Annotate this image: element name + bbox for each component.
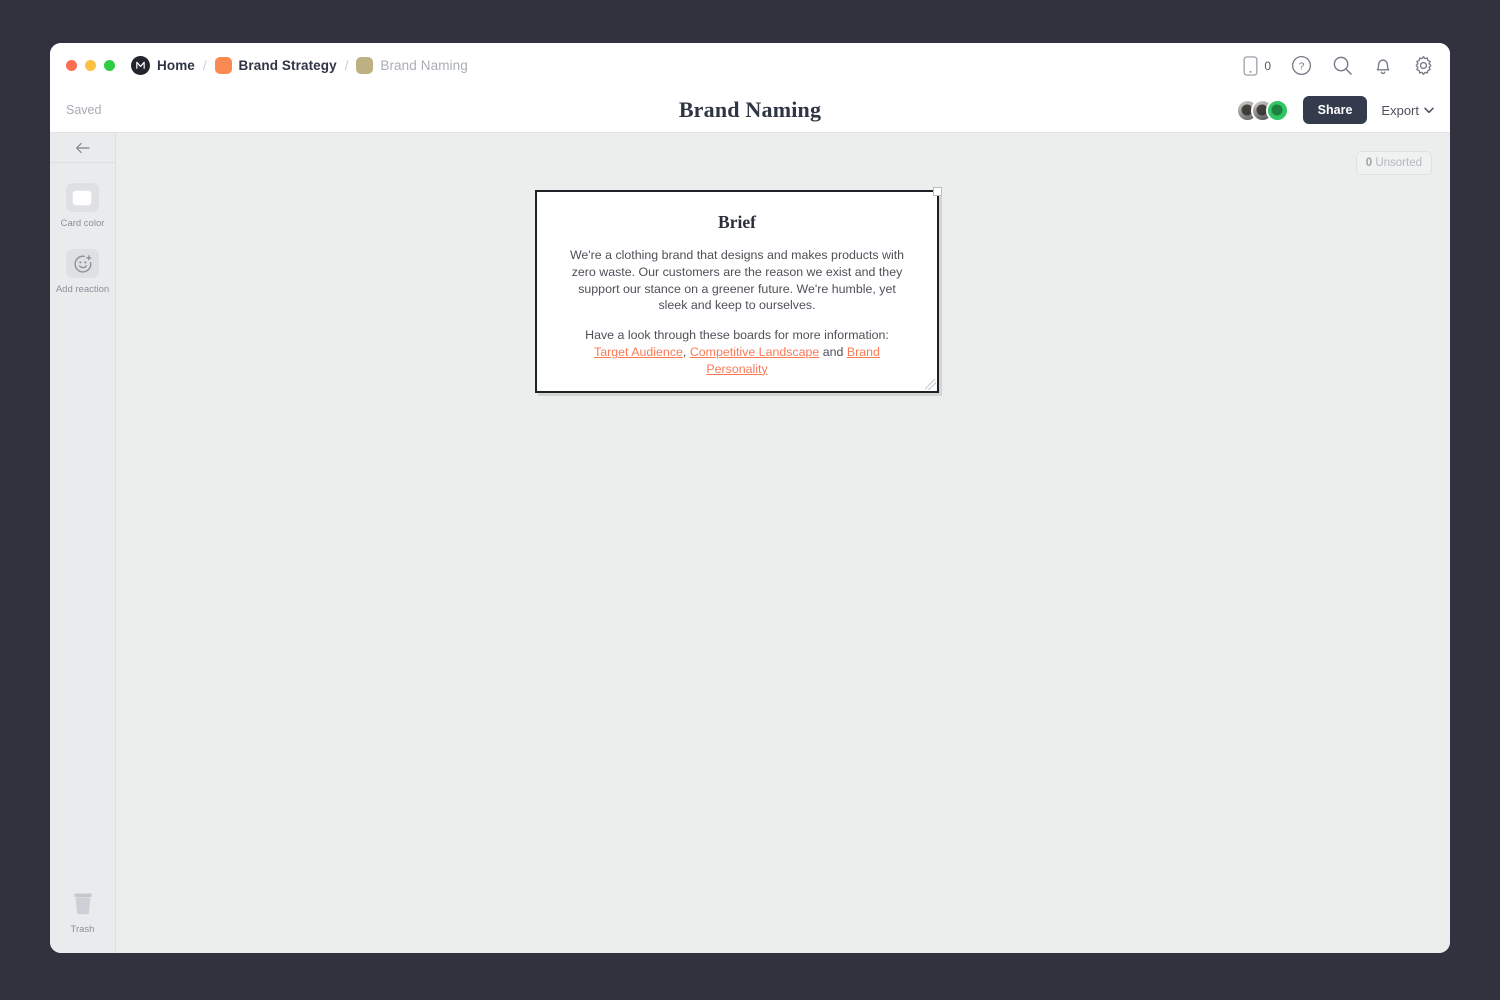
arrow-left-icon	[75, 142, 90, 153]
sidebar-item-add-reaction[interactable]: Add reaction	[56, 249, 109, 295]
board-canvas[interactable]: 0 Unsorted Brief We're a clothing brand …	[116, 133, 1450, 953]
left-sidebar: Card color Add reaction Trash	[50, 133, 116, 953]
unsorted-badge[interactable]: 0 Unsorted	[1355, 151, 1432, 175]
minimize-window-button[interactable]	[85, 60, 96, 71]
card-resize-handle-top-right[interactable]	[933, 187, 942, 196]
titlebar: Home / Brand Strategy / Brand Naming 0 ?	[50, 43, 1450, 88]
help-icon[interactable]: ?	[1291, 55, 1312, 76]
save-status: Saved	[66, 103, 102, 117]
collaborator-avatars[interactable]	[1235, 98, 1289, 122]
link-target-audience[interactable]: Target Audience	[594, 345, 683, 359]
notifications-bell-icon[interactable]	[1373, 55, 1393, 76]
breadcrumb-separator: /	[202, 58, 207, 73]
mobile-device-count: 0	[1264, 58, 1271, 73]
breadcrumb-label-brand-strategy: Brand Strategy	[238, 58, 337, 73]
traffic-lights	[66, 60, 115, 71]
app-window: Home / Brand Strategy / Brand Naming 0 ?…	[50, 43, 1450, 953]
board-header: Saved Brand Naming Share Export	[50, 88, 1450, 132]
sidebar-item-trash[interactable]: Trash	[68, 889, 98, 935]
add-reaction-icon	[66, 249, 99, 278]
header-actions: Share Export	[1235, 96, 1434, 124]
card-title: Brief	[718, 212, 756, 232]
link-separator-1: ,	[682, 344, 690, 359]
link-competitive-landscape[interactable]: Competitive Landscape	[690, 345, 820, 359]
sidebar-item-label: Add reaction	[55, 284, 110, 295]
search-icon[interactable]	[1332, 55, 1353, 76]
maximize-window-button[interactable]	[104, 60, 115, 71]
card-resize-handle-bottom-right[interactable]	[925, 379, 936, 390]
chevron-down-icon	[1424, 107, 1434, 113]
unsorted-count: 0	[1365, 157, 1373, 169]
sidebar-item-label: Card color	[60, 218, 105, 229]
breadcrumb-separator: /	[344, 58, 349, 73]
link-separator-2: and	[819, 344, 847, 359]
titlebar-actions: 0 ?	[1243, 55, 1434, 76]
note-card-brief[interactable]: Brief We're a clothing brand that design…	[535, 187, 942, 393]
breadcrumb-item-brand-strategy[interactable]: Brand Strategy	[214, 57, 337, 74]
orange-board-icon	[214, 57, 232, 74]
trash-icon	[74, 893, 91, 915]
milanote-logo-icon	[131, 56, 150, 75]
breadcrumb-item-home[interactable]: Home	[131, 56, 195, 75]
card-paragraph-1: We're a clothing brand that designs and …	[569, 248, 905, 313]
breadcrumb-item-brand-naming[interactable]: Brand Naming	[356, 57, 468, 74]
mobile-device-button[interactable]: 0	[1243, 55, 1271, 76]
settings-gear-icon[interactable]	[1413, 55, 1434, 76]
collapse-sidebar-button[interactable]	[50, 133, 115, 163]
olive-board-icon	[356, 57, 374, 74]
unsorted-label: Unsorted	[1375, 157, 1422, 169]
workspace: Card color Add reaction Trash 0 Unsorted…	[50, 132, 1450, 953]
sidebar-item-label: Trash	[70, 924, 95, 935]
export-button[interactable]: Export	[1381, 103, 1434, 118]
avatar[interactable]	[1265, 98, 1289, 122]
breadcrumb-label-home: Home	[157, 58, 195, 73]
svg-text:?: ?	[1299, 61, 1305, 73]
color-swatch-icon	[65, 183, 99, 212]
breadcrumb: Home / Brand Strategy / Brand Naming	[131, 56, 468, 75]
mobile-device-icon	[1243, 55, 1258, 76]
sidebar-item-card-color[interactable]: Card color	[60, 183, 105, 229]
breadcrumb-label-brand-naming: Brand Naming	[380, 58, 468, 73]
card-paragraph-2: Have a look through these boards for mor…	[567, 327, 907, 377]
close-window-button[interactable]	[66, 60, 77, 71]
export-label: Export	[1381, 102, 1419, 118]
share-button[interactable]: Share	[1302, 96, 1368, 124]
card-paragraph-2-prefix: Have a look through these boards for mor…	[585, 328, 889, 343]
